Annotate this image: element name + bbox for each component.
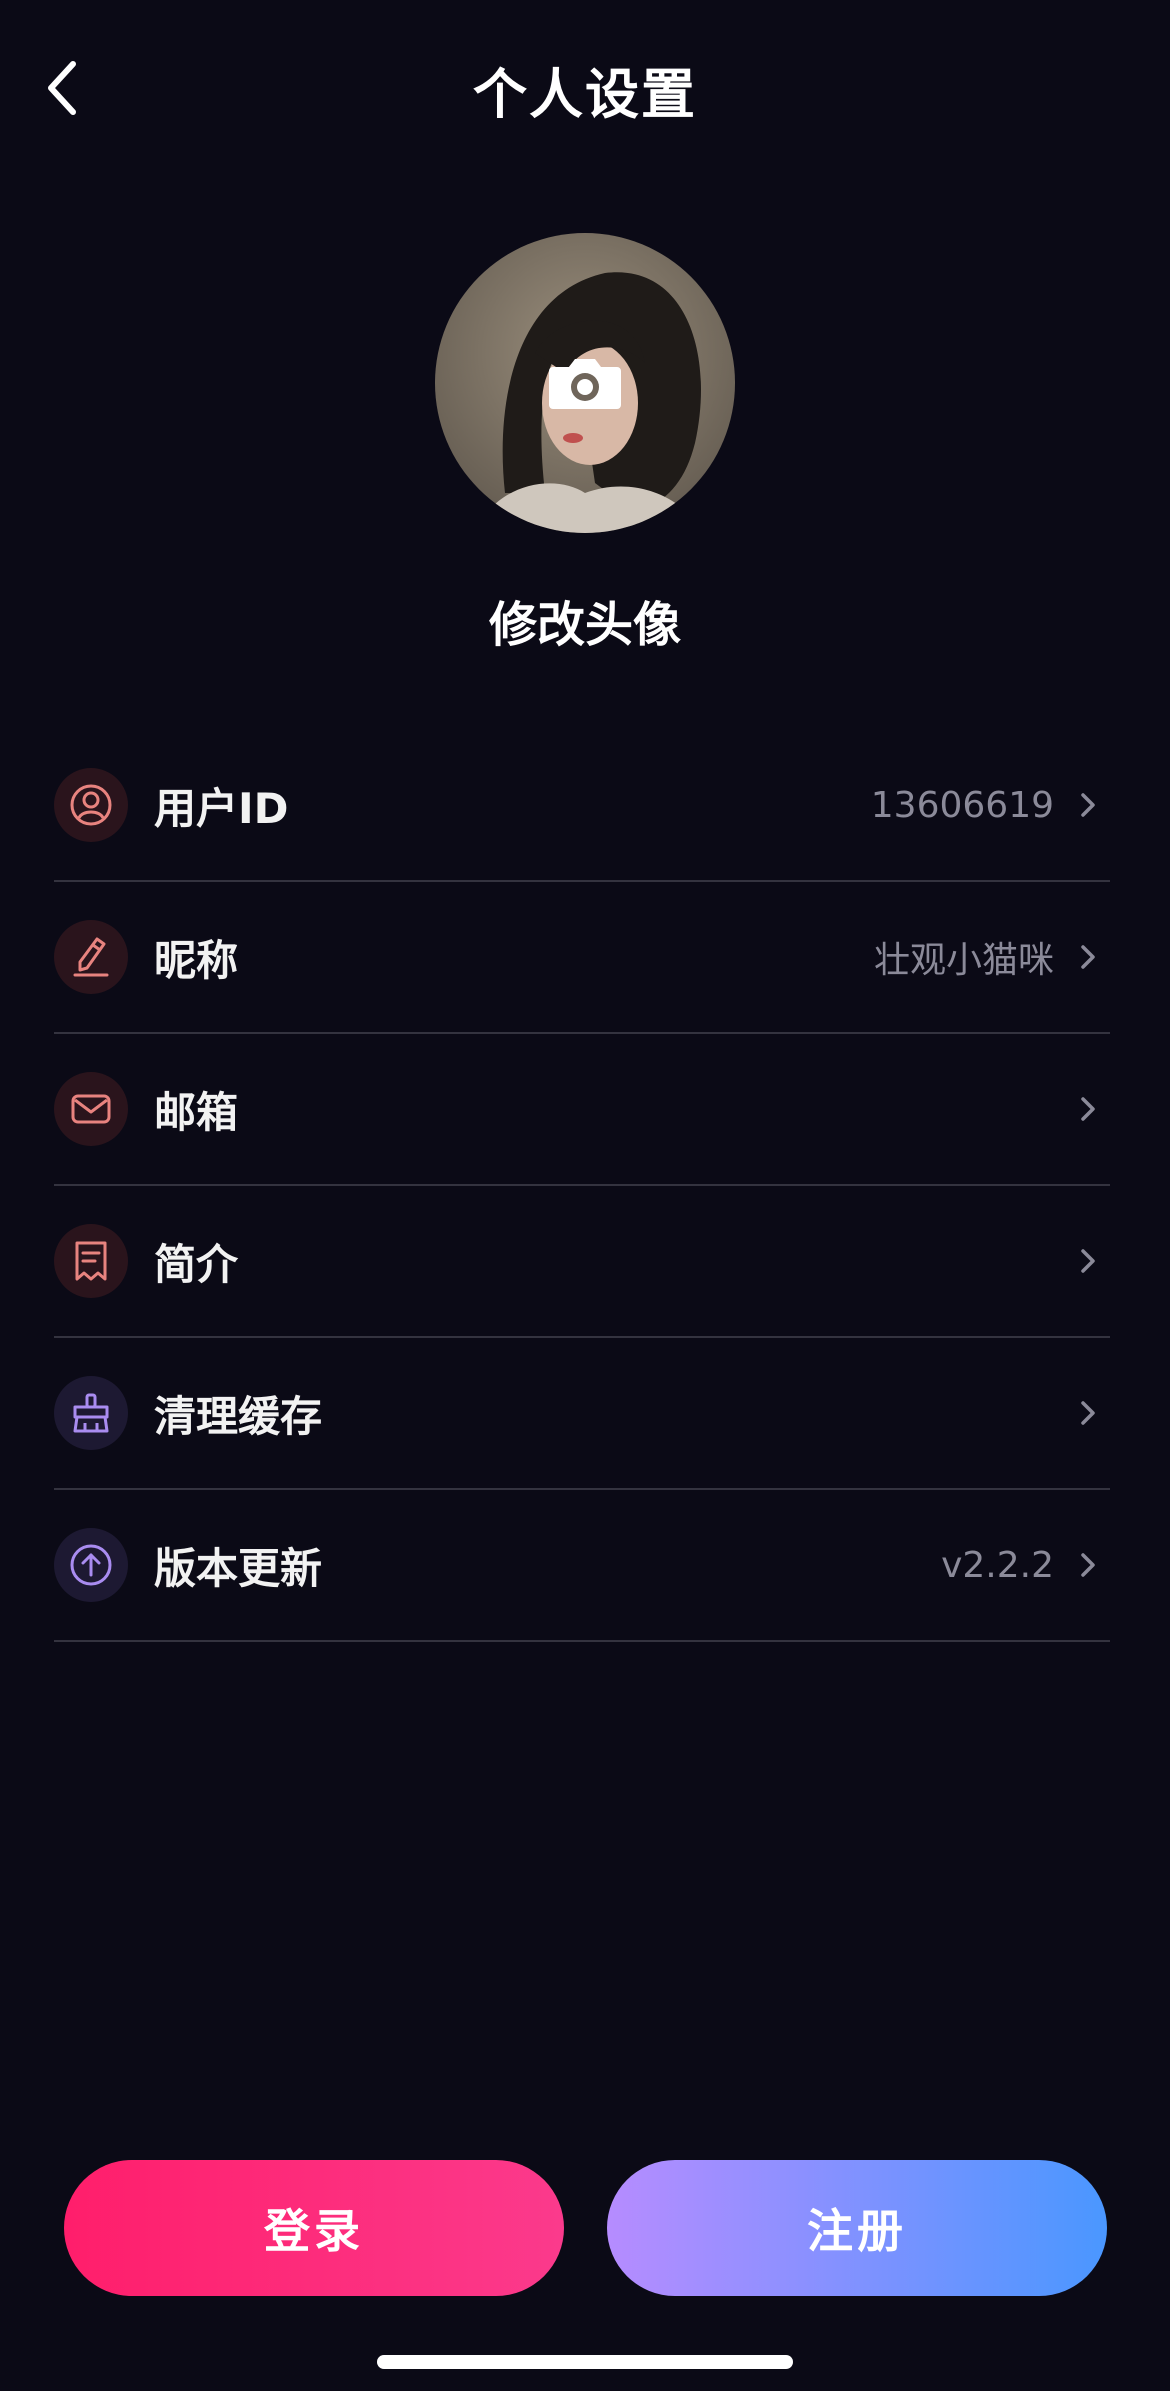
- settings-item-version-update[interactable]: 版本更新 v2.2.2: [54, 1490, 1110, 1642]
- settings-item-label: 版本更新: [154, 1543, 323, 1593]
- settings-item-label: 邮箱: [154, 1087, 239, 1137]
- settings-item-user-id[interactable]: 用户ID 13606619: [54, 730, 1110, 882]
- settings-item-bio[interactable]: 简介: [54, 1186, 1110, 1338]
- pencil-icon: [54, 920, 128, 994]
- chevron-right-icon: [1081, 1249, 1095, 1273]
- chevron-right-icon: [1081, 945, 1095, 969]
- chevron-right-icon: [1081, 1553, 1095, 1577]
- settings-item-label: 清理缓存: [154, 1391, 323, 1441]
- login-button[interactable]: 登录: [64, 2160, 564, 2296]
- top-bar: 个人设置: [0, 0, 1170, 180]
- settings-item-label: 简介: [154, 1239, 239, 1289]
- avatar[interactable]: [435, 233, 735, 533]
- mail-icon: [54, 1072, 128, 1146]
- settings-item-value: 壮观小猫咪: [873, 940, 1054, 981]
- settings-item-value: v2.2.2: [941, 1544, 1054, 1586]
- user-icon: [54, 768, 128, 842]
- settings-item-clear-cache[interactable]: 清理缓存: [54, 1338, 1110, 1490]
- register-button[interactable]: 注册: [607, 2160, 1107, 2296]
- settings-item-email[interactable]: 邮箱: [54, 1034, 1110, 1186]
- upload-icon: [54, 1528, 128, 1602]
- broom-icon: [54, 1376, 128, 1450]
- settings-item-nickname[interactable]: 昵称 壮观小猫咪: [54, 882, 1110, 1034]
- bio-icon: [54, 1224, 128, 1298]
- settings-item-value: 13606619: [870, 784, 1054, 826]
- settings-item-label: 用户ID: [154, 783, 289, 833]
- settings-item-label: 昵称: [154, 935, 239, 985]
- home-indicator: [377, 2355, 793, 2369]
- change-avatar-label[interactable]: 修改头像: [0, 585, 1170, 655]
- chevron-right-icon: [1081, 793, 1095, 817]
- page-title: 个人设置: [473, 63, 697, 126]
- settings-list: 用户ID 13606619 昵称 壮观小猫咪 邮箱 简介 清理缓存 版本更新 v…: [54, 730, 1110, 1642]
- chevron-right-icon: [1081, 1401, 1095, 1425]
- camera-icon: [549, 359, 621, 409]
- chevron-right-icon: [1081, 1097, 1095, 1121]
